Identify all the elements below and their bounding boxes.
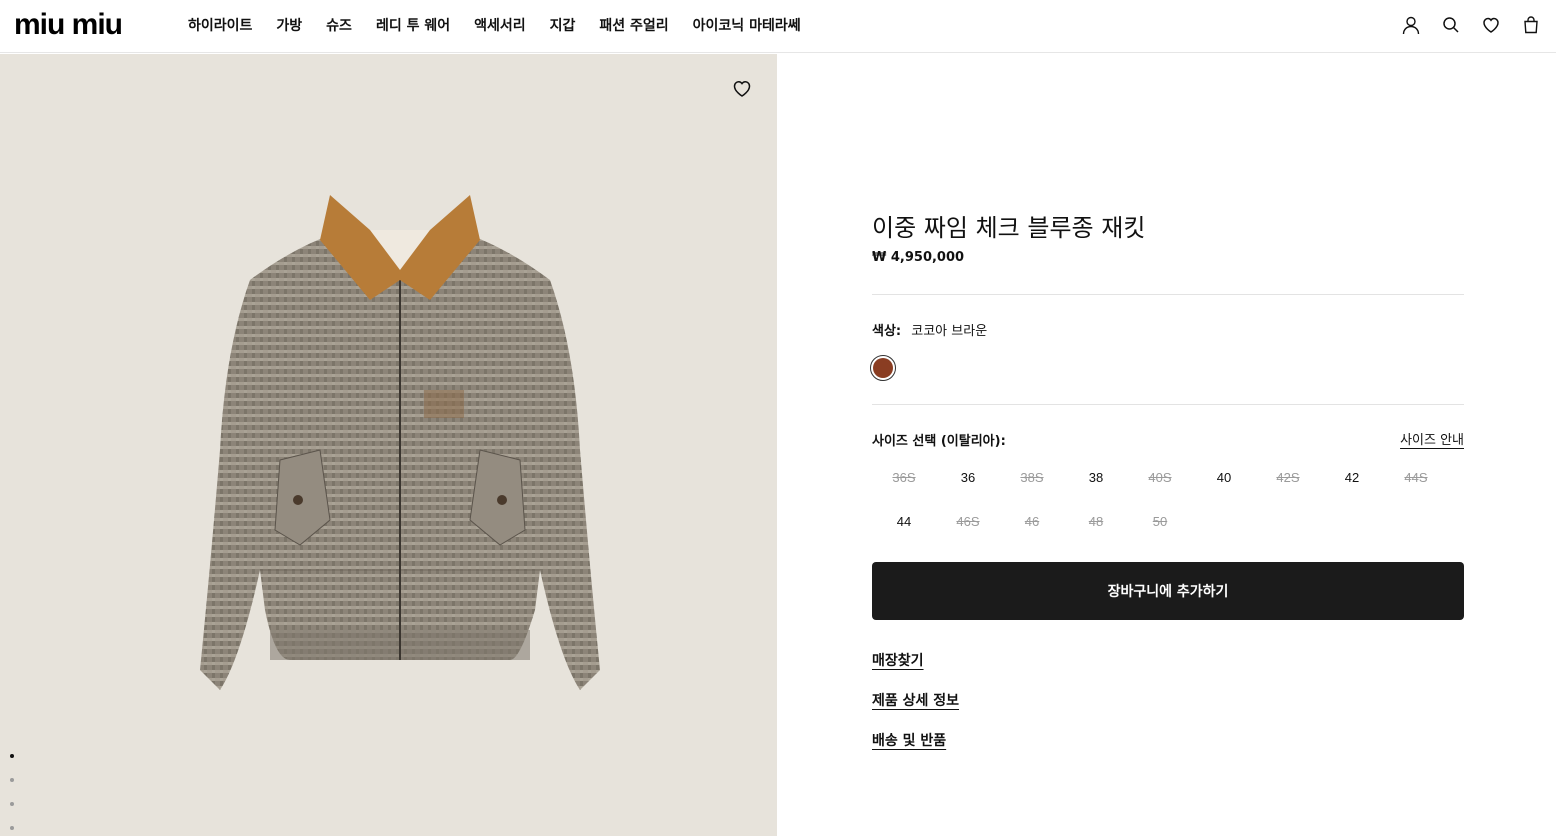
size-option[interactable]: 42 bbox=[1320, 460, 1384, 504]
size-option[interactable]: 40S bbox=[1128, 460, 1192, 504]
add-to-cart-button[interactable]: 장바구니에 추가하기 bbox=[872, 562, 1464, 620]
nav-item-shoes[interactable]: 슈즈 bbox=[326, 15, 352, 35]
size-guide-link[interactable]: 사이즈 안내 bbox=[1400, 429, 1464, 448]
product-details-link[interactable]: 제품 상세 정보 bbox=[872, 690, 959, 710]
nav-item-accessories[interactable]: 액세서리 bbox=[474, 15, 526, 35]
gallery-dot[interactable] bbox=[10, 754, 14, 758]
size-option[interactable]: 40 bbox=[1192, 460, 1256, 504]
product-image-gallery[interactable] bbox=[0, 54, 777, 836]
header-actions bbox=[1382, 14, 1542, 36]
product-image bbox=[200, 195, 600, 690]
gallery-pagination bbox=[10, 754, 14, 836]
size-option[interactable]: 46 bbox=[1000, 504, 1064, 548]
color-value: 코코아 브라운 bbox=[911, 324, 988, 339]
gallery-dot[interactable] bbox=[10, 802, 14, 806]
heart-icon[interactable] bbox=[1480, 14, 1502, 36]
color-swatch-fill bbox=[873, 358, 893, 378]
gallery-dot[interactable] bbox=[10, 826, 14, 830]
size-option[interactable]: 48 bbox=[1064, 504, 1128, 548]
brand-logo[interactable]: miu miu bbox=[14, 10, 123, 40]
size-option[interactable]: 36 bbox=[936, 460, 1000, 504]
size-option[interactable]: 46S bbox=[936, 504, 1000, 548]
color-info: 색상: 코코아 브라운 bbox=[872, 320, 987, 339]
product-title: 이중 짜임 체크 블루종 재킷 bbox=[872, 214, 1146, 242]
size-option[interactable]: 44 bbox=[872, 504, 936, 548]
store-locator-link[interactable]: 매장찾기 bbox=[872, 650, 924, 670]
divider bbox=[872, 294, 1464, 295]
size-option[interactable]: 36S bbox=[872, 460, 936, 504]
color-label: 색상: bbox=[872, 324, 902, 339]
gallery-dot[interactable] bbox=[10, 778, 14, 782]
color-swatch[interactable] bbox=[870, 355, 896, 381]
search-icon[interactable] bbox=[1440, 14, 1462, 36]
nav-item-wallets[interactable]: 지갑 bbox=[550, 15, 576, 35]
main-nav: 하이라이트 가방 슈즈 레디 투 웨어 액세서리 지갑 패션 주얼리 아이코닉 … bbox=[188, 0, 825, 50]
nav-item-bags[interactable]: 가방 bbox=[276, 15, 302, 35]
nav-item-fashion-jewelry[interactable]: 패션 주얼리 bbox=[599, 15, 668, 35]
size-option[interactable]: 44S bbox=[1384, 460, 1448, 504]
size-option[interactable]: 38S bbox=[1000, 460, 1064, 504]
size-option[interactable]: 42S bbox=[1256, 460, 1320, 504]
site-header: miu miu 하이라이트 가방 슈즈 레디 투 웨어 액세서리 지갑 패션 주… bbox=[0, 0, 1556, 53]
bag-icon[interactable] bbox=[1520, 14, 1542, 36]
nav-item-highlights[interactable]: 하이라이트 bbox=[188, 15, 252, 35]
nav-item-ready-to-wear[interactable]: 레디 투 웨어 bbox=[376, 15, 450, 35]
user-icon[interactable] bbox=[1400, 14, 1422, 36]
nav-item-iconic-matelasse[interactable]: 아이코닉 마테라쎄 bbox=[693, 15, 801, 35]
size-label: 사이즈 선택 (이탈리아): bbox=[872, 434, 1006, 449]
shipping-returns-link[interactable]: 배송 및 반품 bbox=[872, 730, 946, 750]
size-options: 36S 36 38S 38 40S 40 42S 42 44S 44 46S 4… bbox=[872, 460, 1464, 548]
divider bbox=[872, 404, 1464, 405]
wishlist-heart-icon[interactable] bbox=[731, 78, 753, 100]
size-option[interactable]: 50 bbox=[1128, 504, 1192, 548]
product-price: ₩ 4,950,000 bbox=[872, 250, 965, 265]
size-option[interactable]: 38 bbox=[1064, 460, 1128, 504]
